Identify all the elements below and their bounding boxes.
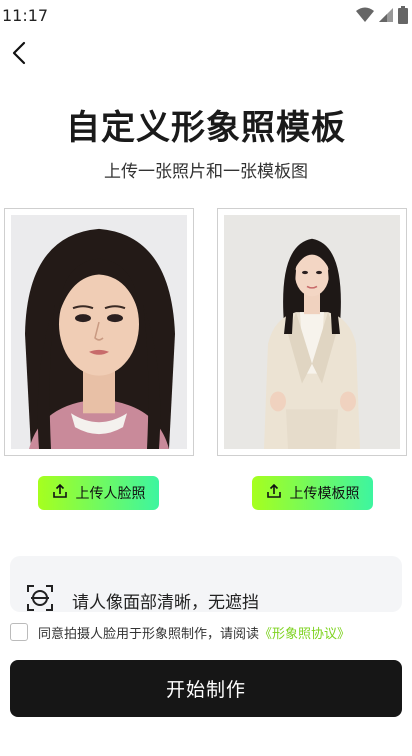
- back-button[interactable]: [4, 40, 34, 70]
- upload-template-label: 上传模板照: [289, 486, 360, 502]
- agreement-text: 同意拍摄人脸用于形象照制作，请阅读: [38, 626, 260, 642]
- upload-face-label: 上传人脸照: [75, 486, 146, 502]
- upload-icon: [266, 483, 282, 503]
- page-subtitle: 上传一张照片和一张模板图: [104, 162, 308, 182]
- chevron-left-icon: [12, 41, 26, 69]
- cellular-signal-icon: [378, 7, 394, 27]
- agreement-row: 同意拍摄人脸用于形象照制作，请阅读 《形象照协议》: [10, 622, 410, 642]
- status-bar: 11:17: [0, 0, 412, 32]
- status-icons: [356, 6, 408, 28]
- face-scan-icon: [26, 584, 54, 616]
- upload-face-button[interactable]: 上传人脸照: [38, 476, 159, 510]
- start-button[interactable]: 开始制作: [10, 660, 402, 717]
- agreement-checkbox[interactable]: [10, 623, 28, 641]
- upload-icon: [52, 483, 68, 503]
- battery-icon: [398, 6, 408, 28]
- upload-template-button[interactable]: 上传模板照: [252, 476, 373, 510]
- template-photo: [224, 215, 400, 449]
- page-title: 自定义形象照模板: [66, 108, 346, 148]
- tip-text: 请人像面部清晰，无遮挡: [72, 593, 259, 613]
- agreement-link[interactable]: 《形象照协议》: [259, 623, 350, 642]
- face-photo: [11, 215, 187, 449]
- face-photo-frame[interactable]: [4, 208, 194, 456]
- template-photo-frame[interactable]: [217, 208, 407, 456]
- tip-card: 请人像面部清晰，无遮挡: [10, 556, 402, 613]
- status-time: 11:17: [2, 6, 49, 25]
- wifi-icon: [356, 7, 374, 27]
